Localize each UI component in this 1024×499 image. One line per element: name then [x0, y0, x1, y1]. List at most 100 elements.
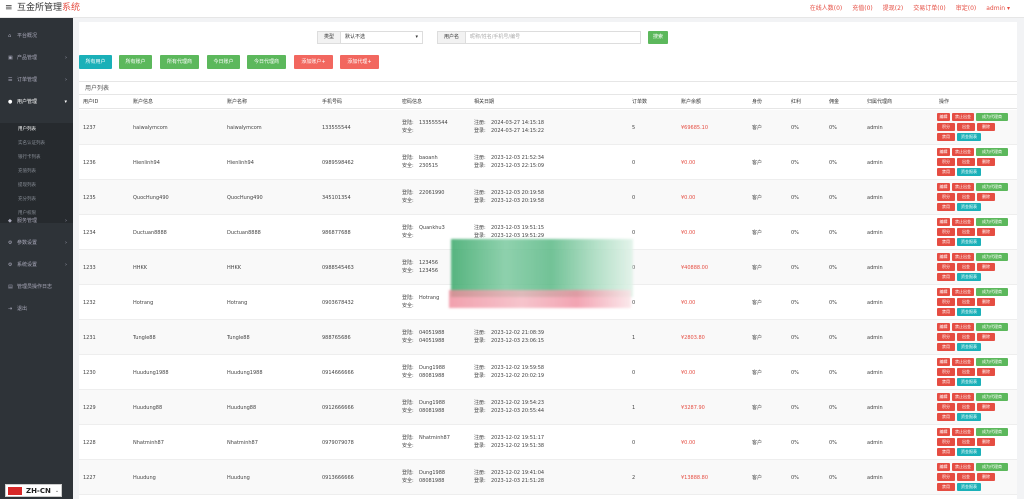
- delete-button[interactable]: 删除: [977, 438, 995, 446]
- sidebar-item-users[interactable]: ● 用户管理 ▾: [0, 96, 73, 108]
- block-withdraw-button[interactable]: 禁止出金: [952, 183, 974, 191]
- edit-button[interactable]: 编辑: [937, 148, 950, 156]
- disable-button[interactable]: 禁用: [937, 238, 955, 246]
- sidebar-item-products[interactable]: ▣ 产品管理 ›: [0, 52, 73, 64]
- points-button[interactable]: 积分: [937, 403, 955, 411]
- fund-report-button[interactable]: 资金报表: [957, 483, 981, 491]
- delete-button[interactable]: 删除: [977, 403, 995, 411]
- make-agent-button[interactable]: 成为代理商: [976, 323, 1008, 331]
- disable-button[interactable]: 禁用: [937, 273, 955, 281]
- fund-report-button[interactable]: 资金报表: [957, 168, 981, 176]
- withdraw-button[interactable]: 出金: [957, 438, 975, 446]
- block-withdraw-button[interactable]: 禁止出金: [952, 323, 974, 331]
- block-withdraw-button[interactable]: 禁止出金: [952, 253, 974, 261]
- today-agents-button[interactable]: 今日代理商: [247, 55, 286, 69]
- review-link[interactable]: 审定(0): [956, 5, 977, 12]
- fund-report-button[interactable]: 资金报表: [957, 133, 981, 141]
- fund-report-button[interactable]: 资金报表: [957, 203, 981, 211]
- edit-button[interactable]: 编辑: [937, 323, 950, 331]
- fund-report-button[interactable]: 资金报表: [957, 448, 981, 456]
- disable-button[interactable]: 禁用: [937, 483, 955, 491]
- edit-button[interactable]: 编辑: [937, 428, 950, 436]
- edit-button[interactable]: 编辑: [937, 218, 950, 226]
- withdraw-button[interactable]: 出金: [957, 263, 975, 271]
- add-agent-button[interactable]: 添加代理+: [340, 55, 379, 69]
- withdraw-button[interactable]: 出金: [957, 298, 975, 306]
- make-agent-button[interactable]: 成为代理商: [976, 113, 1008, 121]
- block-withdraw-button[interactable]: 禁止出金: [952, 393, 974, 401]
- delete-button[interactable]: 删除: [977, 158, 995, 166]
- points-button[interactable]: 积分: [937, 333, 955, 341]
- make-agent-button[interactable]: 成为代理商: [976, 183, 1008, 191]
- menu-icon[interactable]: ≡: [5, 4, 13, 13]
- delete-button[interactable]: 删除: [977, 263, 995, 271]
- make-agent-button[interactable]: 成为代理商: [976, 463, 1008, 471]
- all-agents-button[interactable]: 所有代理商: [160, 55, 199, 69]
- all-accounts-button[interactable]: 所有账户: [119, 55, 152, 69]
- withdraw-button[interactable]: 出金: [957, 193, 975, 201]
- fund-report-button[interactable]: 资金报表: [957, 238, 981, 246]
- language-selector[interactable]: ZH-CN ⌄: [5, 484, 62, 497]
- disable-button[interactable]: 禁用: [937, 413, 955, 421]
- make-agent-button[interactable]: 成为代理商: [976, 393, 1008, 401]
- submenu-item-user-list[interactable]: 用户列表: [18, 126, 36, 132]
- points-button[interactable]: 积分: [937, 193, 955, 201]
- submenu-item-verification[interactable]: 实名认证列表: [18, 140, 45, 146]
- edit-button[interactable]: 编辑: [937, 113, 950, 121]
- make-agent-button[interactable]: 成为代理商: [976, 218, 1008, 226]
- block-withdraw-button[interactable]: 禁止出金: [952, 218, 974, 226]
- points-button[interactable]: 积分: [937, 263, 955, 271]
- submenu-item-recharge[interactable]: 充值列表: [18, 168, 36, 174]
- search-button[interactable]: 搜索: [648, 31, 669, 44]
- online-count-link[interactable]: 在线人数(0): [810, 5, 843, 12]
- edit-button[interactable]: 编辑: [937, 463, 950, 471]
- withdraw-button[interactable]: 出金: [957, 158, 975, 166]
- points-button[interactable]: 积分: [937, 473, 955, 481]
- edit-button[interactable]: 编辑: [937, 183, 950, 191]
- disable-button[interactable]: 禁用: [937, 133, 955, 141]
- trade-orders-link[interactable]: 交易订单(0): [913, 5, 946, 12]
- delete-button[interactable]: 删除: [977, 123, 995, 131]
- points-button[interactable]: 积分: [937, 123, 955, 131]
- disable-button[interactable]: 禁用: [937, 448, 955, 456]
- make-agent-button[interactable]: 成为代理商: [976, 148, 1008, 156]
- delete-button[interactable]: 删除: [977, 193, 995, 201]
- make-agent-button[interactable]: 成为代理商: [976, 253, 1008, 261]
- withdraw-button[interactable]: 出金: [957, 368, 975, 376]
- edit-button[interactable]: 编辑: [937, 358, 950, 366]
- points-button[interactable]: 积分: [937, 368, 955, 376]
- withdraw-button[interactable]: 出金: [957, 473, 975, 481]
- today-accounts-button[interactable]: 今日账户: [207, 55, 240, 69]
- points-button[interactable]: 积分: [937, 158, 955, 166]
- fund-report-button[interactable]: 资金报表: [957, 378, 981, 386]
- recharge-link[interactable]: 充值(0): [852, 5, 873, 12]
- type-select[interactable]: 默认不选 ▾: [341, 31, 424, 44]
- submenu-item-withdraw[interactable]: 提现列表: [18, 182, 36, 188]
- points-button[interactable]: 积分: [937, 438, 955, 446]
- submenu-item-bank-cards[interactable]: 银行卡列表: [18, 154, 41, 160]
- delete-button[interactable]: 删除: [977, 333, 995, 341]
- sidebar-item-logout[interactable]: ⇥ 退出: [0, 303, 73, 315]
- sidebar-item-orders[interactable]: ☰ 订单管理 ›: [0, 74, 73, 86]
- make-agent-button[interactable]: 成为代理商: [976, 358, 1008, 366]
- fund-report-button[interactable]: 资金报表: [957, 308, 981, 316]
- block-withdraw-button[interactable]: 禁止出金: [952, 428, 974, 436]
- sidebar-item-admin-log[interactable]: ▤ 管理员操作日志: [0, 281, 73, 293]
- add-account-button[interactable]: 添加账户+: [294, 55, 333, 69]
- user-menu[interactable]: admin ▾: [986, 5, 1010, 12]
- disable-button[interactable]: 禁用: [937, 168, 955, 176]
- block-withdraw-button[interactable]: 禁止出金: [952, 148, 974, 156]
- block-withdraw-button[interactable]: 禁止出金: [952, 288, 974, 296]
- all-users-button[interactable]: 所有用户: [79, 55, 112, 69]
- points-button[interactable]: 积分: [937, 298, 955, 306]
- delete-button[interactable]: 删除: [977, 298, 995, 306]
- edit-button[interactable]: 编辑: [937, 288, 950, 296]
- block-withdraw-button[interactable]: 禁止出金: [952, 113, 974, 121]
- block-withdraw-button[interactable]: 禁止出金: [952, 463, 974, 471]
- fund-report-button[interactable]: 资金报表: [957, 273, 981, 281]
- search-input[interactable]: 昵称/姓名/手机号/编号: [466, 31, 642, 44]
- disable-button[interactable]: 禁用: [937, 308, 955, 316]
- block-withdraw-button[interactable]: 禁止出金: [952, 358, 974, 366]
- edit-button[interactable]: 编辑: [937, 393, 950, 401]
- sidebar-item-system[interactable]: ⚙ 系统设置 ›: [0, 259, 73, 271]
